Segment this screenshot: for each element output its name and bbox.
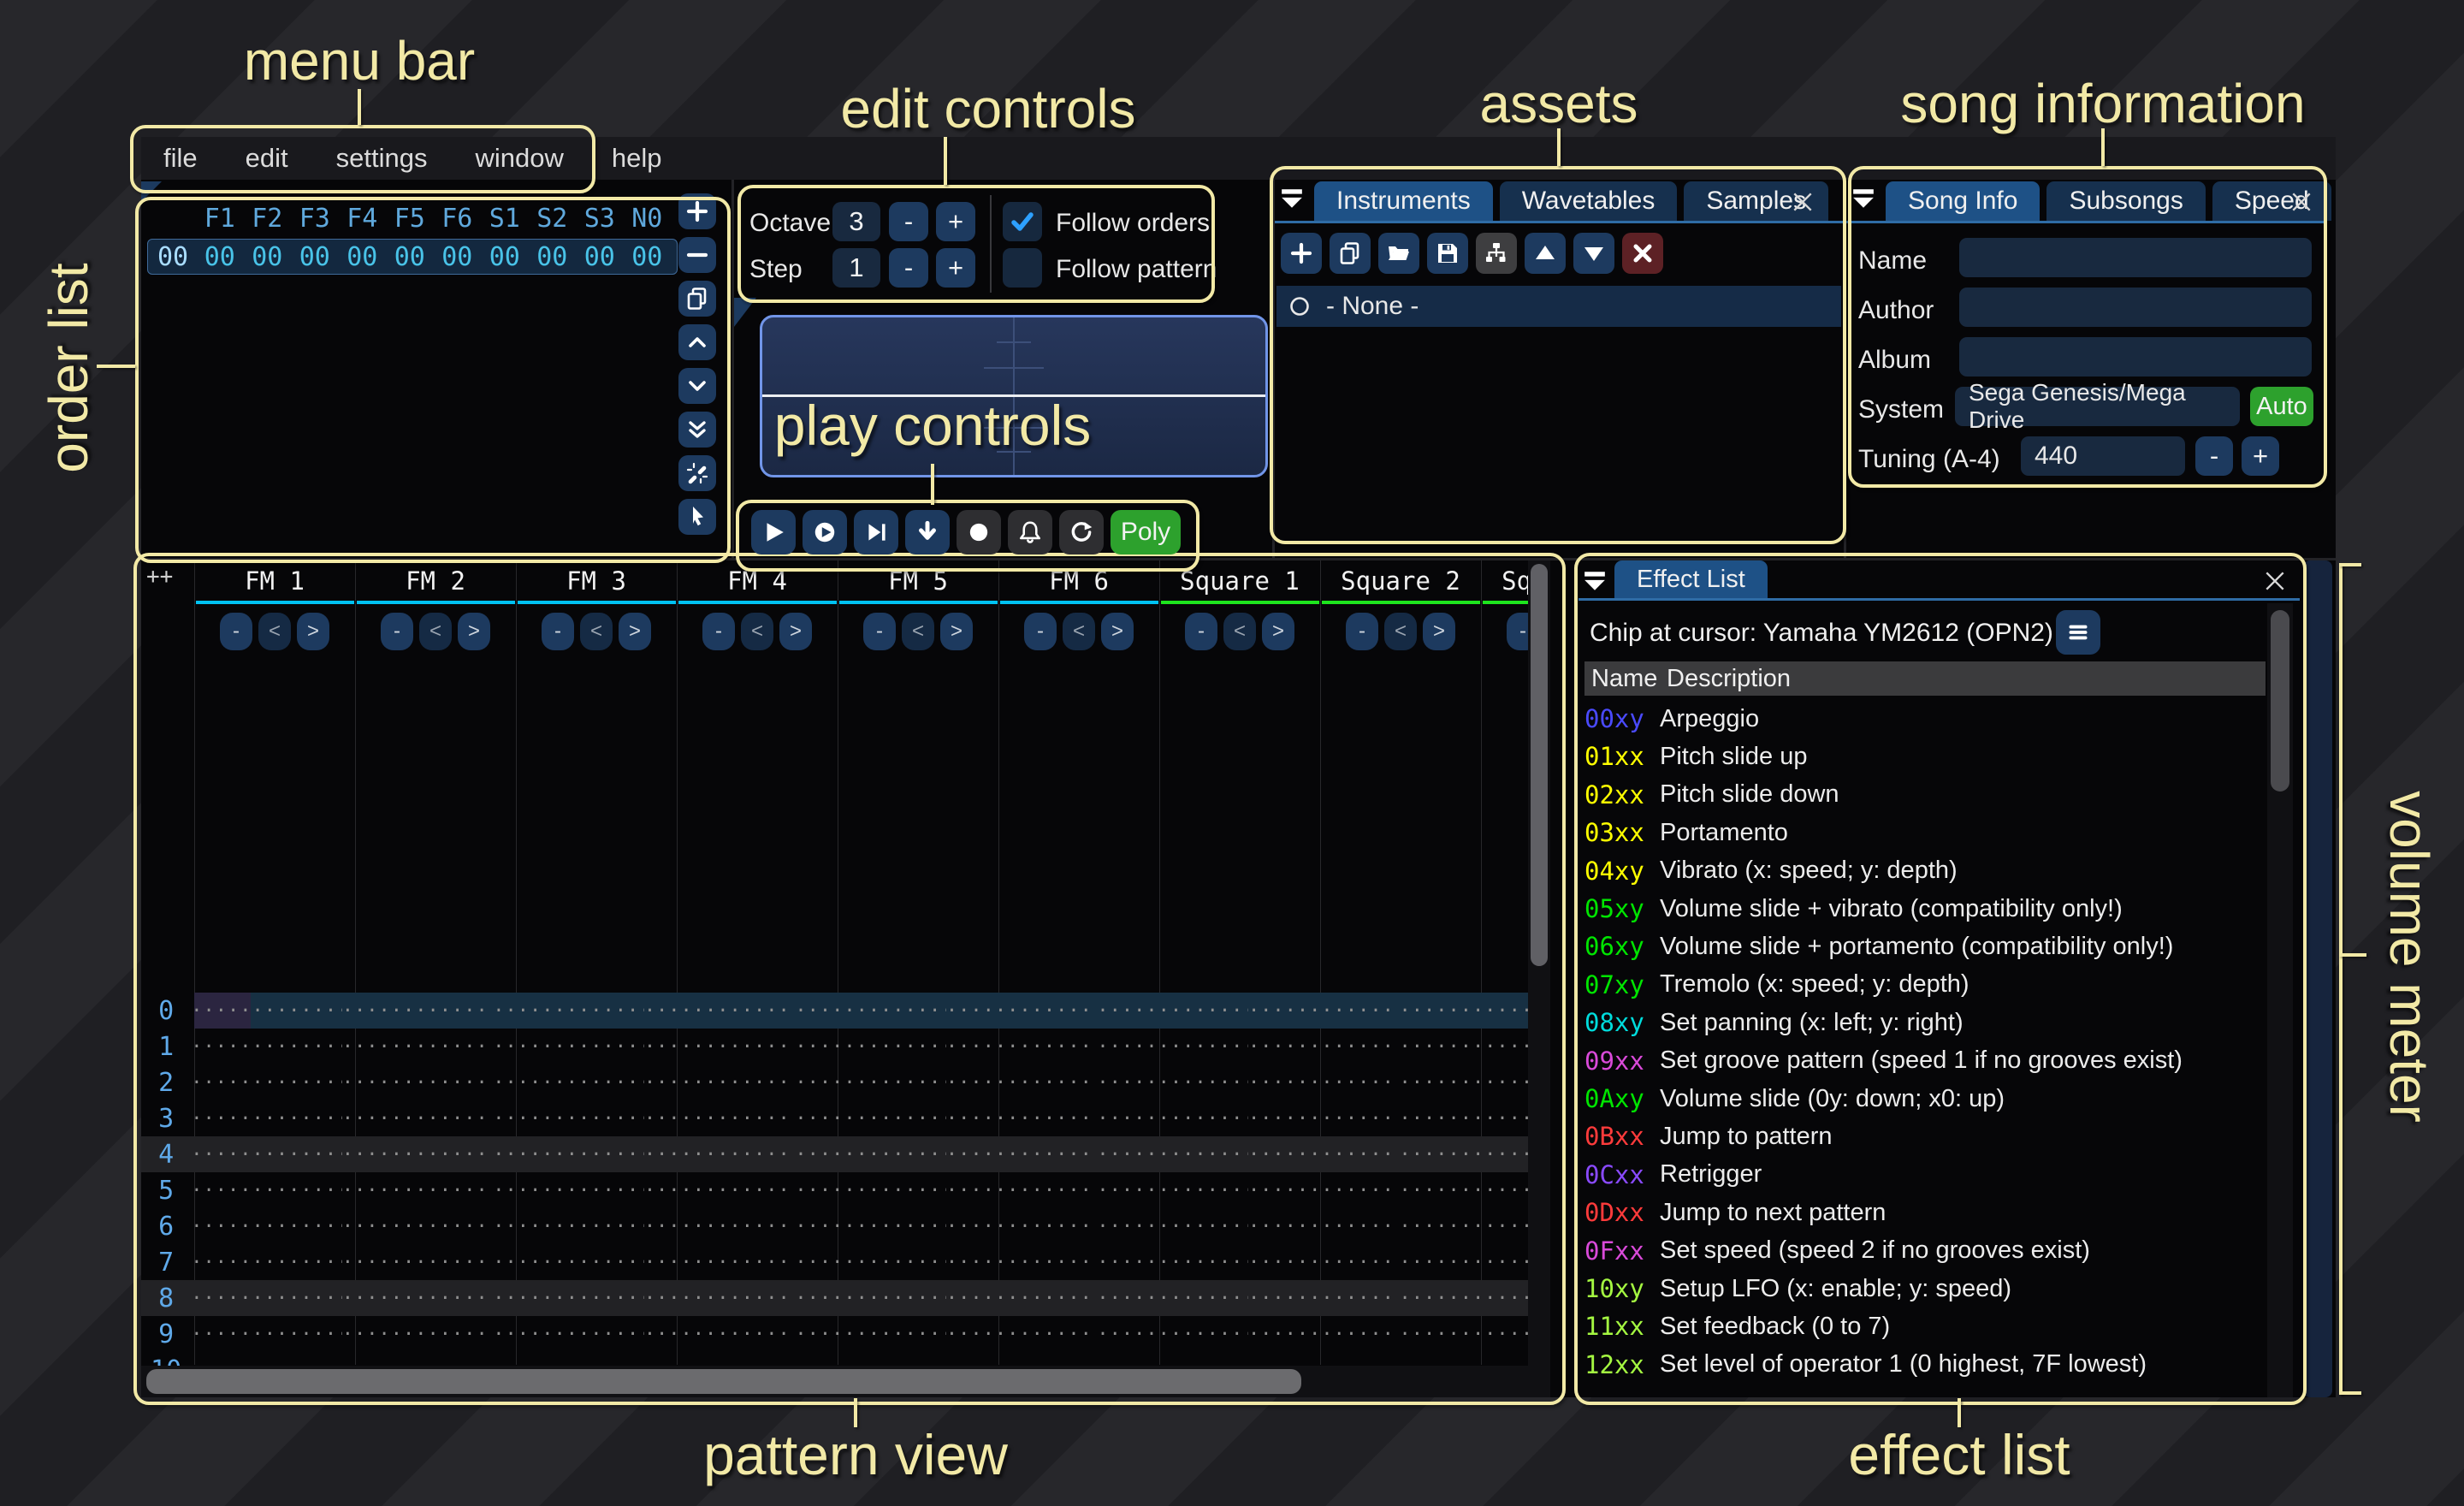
scope-tick [984, 367, 1044, 369]
annotation-line [944, 137, 947, 185]
annotation-box-menu-bar [130, 125, 595, 193]
annotation-box-pattern-view [133, 553, 1566, 1405]
arrow-down-button[interactable] [905, 510, 950, 554]
transport-controls: Poly [751, 510, 1181, 554]
annotation-box-order-list [135, 197, 731, 563]
scope-tick [997, 341, 1031, 343]
repeat-button[interactable] [1059, 510, 1104, 554]
volume-bracket-tick [2339, 563, 2361, 566]
annotation-box-edit-controls [737, 185, 1215, 303]
separator [732, 180, 734, 560]
annotation-box-effect-list [1574, 553, 2307, 1405]
annotation-order-list: order list [37, 263, 100, 472]
record-button[interactable] [957, 510, 1001, 554]
menu-item-help[interactable]: help [612, 143, 662, 174]
volume-bracket [2339, 563, 2343, 1395]
annotation-song-information: song information [1900, 72, 2305, 135]
annotation-box-song-info [1848, 166, 2327, 488]
annotation-assets: assets [1480, 72, 1638, 135]
play-button[interactable] [751, 510, 796, 554]
metronome-bell-button[interactable] [1008, 510, 1052, 554]
annotation-play-controls: play controls [774, 393, 1092, 458]
annotation-line [97, 365, 135, 368]
volume-meter [2303, 560, 2332, 1397]
play-circle-button[interactable] [803, 510, 847, 554]
annotation-line [358, 89, 361, 125]
annotation-edit-controls: edit controls [840, 77, 1135, 140]
volume-bracket-tick [2339, 1391, 2361, 1395]
volume-bracket-tick [2339, 953, 2366, 957]
play-row-button[interactable] [854, 510, 898, 554]
annotation-effect-list: effect list [1848, 1422, 2070, 1487]
annotation-pattern-view: pattern view [703, 1422, 1008, 1487]
annotation-box-assets [1270, 166, 1846, 544]
annotation-line [931, 464, 934, 505]
annotation-volume-meter: volume meter [2378, 791, 2441, 1123]
poly-button[interactable]: Poly [1111, 510, 1181, 554]
annotation-menu-bar: menu bar [244, 29, 475, 92]
